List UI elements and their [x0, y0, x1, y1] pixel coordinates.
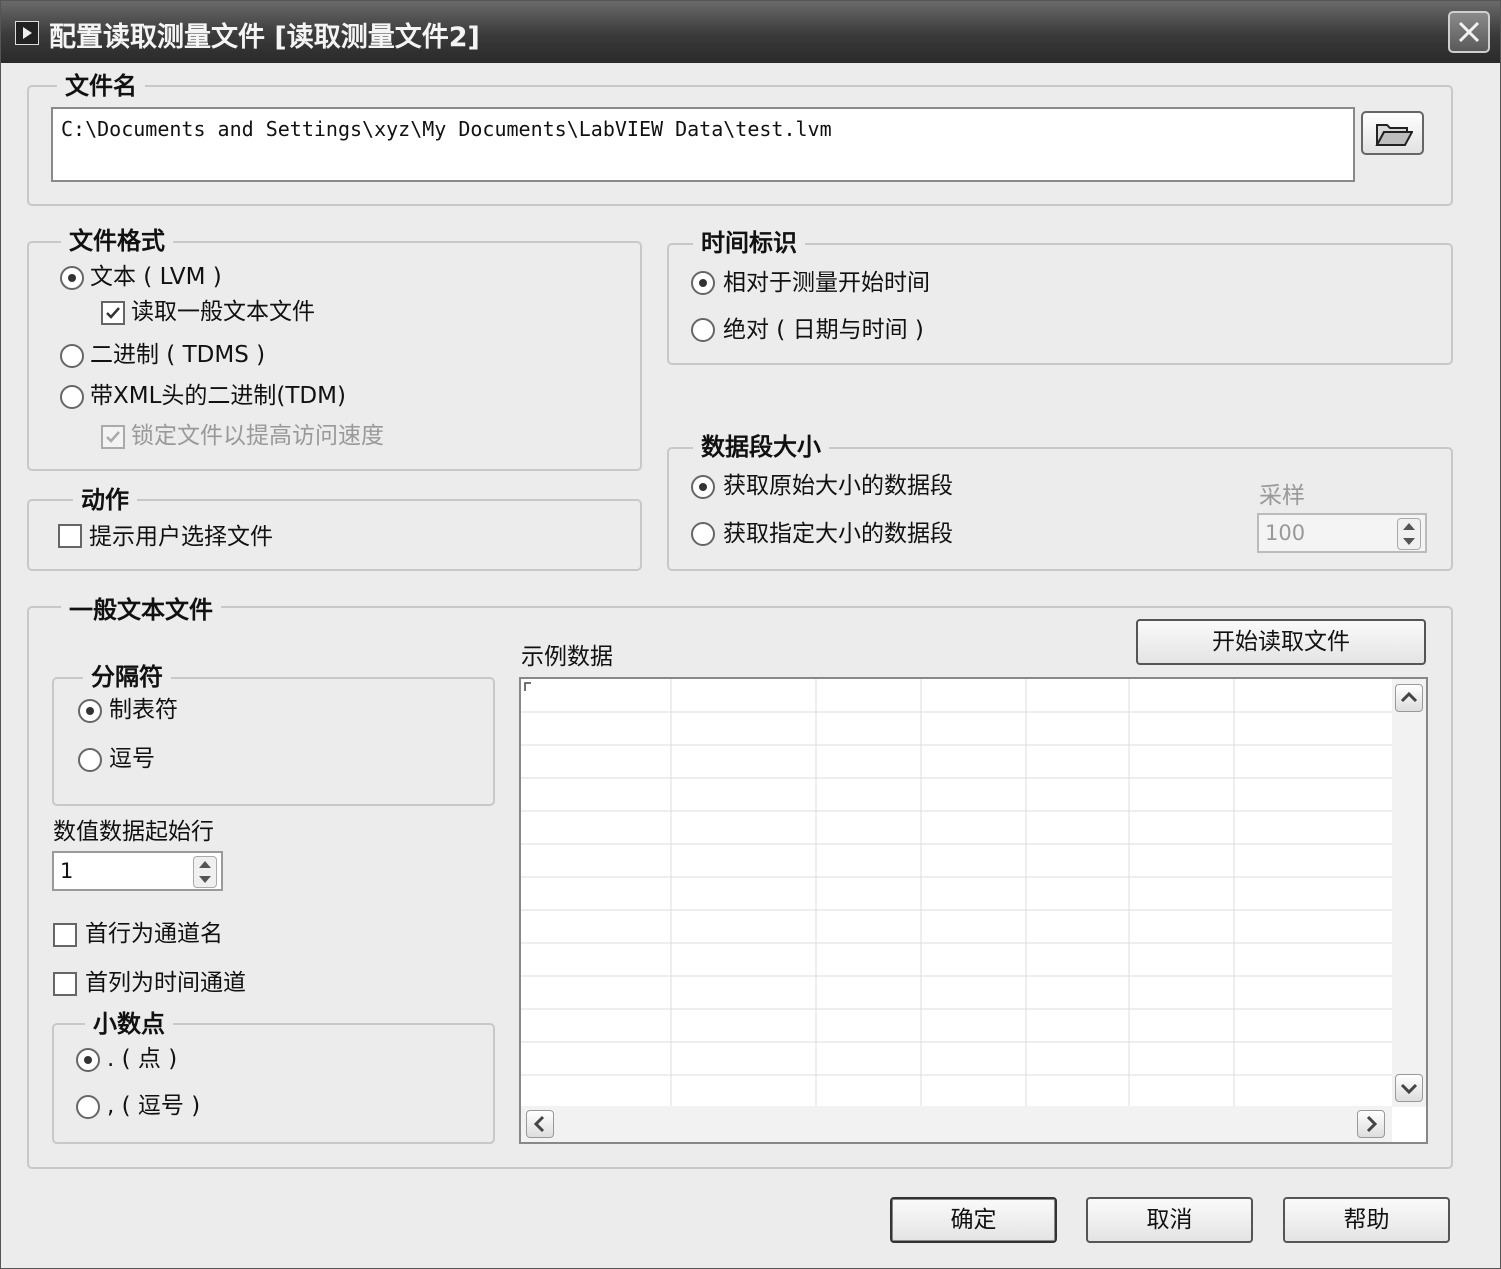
- checkmark-icon: [106, 307, 120, 319]
- timestamp-absolute-label: 绝对 ( 日期与时间 ): [723, 317, 924, 343]
- file-name-legend: 文件名: [57, 71, 145, 101]
- action-legend: 动作: [73, 485, 137, 515]
- file-path-input[interactable]: C:\Documents and Settings\xyz\My Documen…: [51, 107, 1355, 182]
- sample-data-table[interactable]: [519, 677, 1428, 1144]
- format-tdms-radio[interactable]: [60, 344, 84, 368]
- delimiter-comma-label: 逗号: [109, 746, 155, 772]
- segment-specified-label: 获取指定大小的数据段: [723, 521, 953, 547]
- segment-size-legend: 数据段大小: [693, 432, 829, 462]
- first-col-time-checkbox[interactable]: [53, 972, 77, 996]
- file-format-legend: 文件格式: [61, 226, 173, 256]
- decimal-legend: 小数点: [85, 1009, 173, 1039]
- table-grid: [521, 679, 1392, 1107]
- scroll-right-button[interactable]: [1357, 1110, 1385, 1138]
- decimal-point-radio[interactable]: [76, 1048, 100, 1072]
- first-row-names-label: 首行为通道名: [85, 921, 223, 947]
- timestamp-relative-radio[interactable]: [691, 271, 715, 295]
- delimiter-tab-label: 制表符: [109, 697, 178, 723]
- chevron-left-icon: [533, 1115, 545, 1133]
- decimal-group: [52, 1023, 495, 1144]
- timestamp-absolute-radio[interactable]: [691, 318, 715, 342]
- title-bar[interactable]: 配置读取测量文件 [读取测量文件2]: [1, 1, 1500, 63]
- format-tdm-label: 带XML头的二进制(TDM): [90, 383, 346, 409]
- format-tdms-label: 二进制 ( TDMS ): [90, 342, 266, 368]
- timestamp-group: [667, 243, 1453, 365]
- samples-value: 100: [1265, 521, 1306, 545]
- spin-arrows-icon[interactable]: [193, 856, 217, 888]
- close-button[interactable]: [1448, 11, 1490, 53]
- lock-file-label: 锁定文件以提高访问速度: [131, 423, 384, 449]
- folder-open-icon: [1375, 124, 1413, 146]
- delimiter-legend: 分隔符: [83, 662, 171, 692]
- lock-file-checkbox[interactable]: [101, 425, 125, 449]
- chevron-right-icon: [1366, 1115, 1378, 1133]
- start-row-label: 数值数据起始行: [53, 819, 214, 845]
- timestamp-relative-label: 相对于测量开始时间: [723, 270, 930, 296]
- scroll-down-button[interactable]: [1395, 1074, 1423, 1102]
- chevron-down-icon: [1400, 1083, 1418, 1095]
- first-row-names-checkbox[interactable]: [53, 923, 77, 947]
- sample-data-label: 示例数据: [521, 644, 613, 670]
- samples-label: 采样: [1259, 483, 1305, 509]
- file-path-text: C:\Documents and Settings\xyz\My Documen…: [61, 117, 832, 141]
- window-title: 配置读取测量文件 [读取测量文件2]: [49, 22, 480, 53]
- delimiter-tab-radio[interactable]: [78, 699, 102, 723]
- browse-button[interactable]: [1361, 111, 1424, 155]
- timestamp-legend: 时间标识: [693, 228, 805, 258]
- prompt-user-checkbox[interactable]: [58, 524, 82, 548]
- close-icon: [1458, 21, 1480, 43]
- format-tdm-radio[interactable]: [60, 385, 84, 409]
- format-lvm-radio[interactable]: [60, 266, 84, 290]
- decimal-comma-label: , ( 逗号 ): [107, 1093, 201, 1119]
- help-button[interactable]: 帮助: [1283, 1197, 1450, 1243]
- start-read-file-button[interactable]: 开始读取文件: [1136, 619, 1426, 665]
- first-col-time-label: 首列为时间通道: [85, 970, 246, 996]
- generic-text-legend: 一般文本文件: [61, 595, 221, 625]
- read-generic-text-label: 读取一般文本文件: [131, 299, 315, 325]
- scroll-left-button[interactable]: [526, 1110, 554, 1138]
- decimal-point-label: . ( 点 ): [107, 1046, 178, 1072]
- start-row-value: 1: [60, 859, 74, 883]
- segment-original-radio[interactable]: [691, 475, 715, 499]
- decimal-comma-radio[interactable]: [76, 1095, 100, 1119]
- read-generic-text-checkbox[interactable]: [101, 301, 125, 325]
- ok-button[interactable]: 确定: [890, 1197, 1057, 1243]
- segment-specified-radio[interactable]: [691, 522, 715, 546]
- format-lvm-label: 文本 ( LVM ): [90, 264, 222, 290]
- samples-numeric[interactable]: 100: [1257, 513, 1427, 553]
- chevron-up-icon: [1400, 691, 1418, 703]
- vertical-scrollbar[interactable]: [1392, 679, 1426, 1107]
- delimiter-comma-radio[interactable]: [78, 748, 102, 772]
- prompt-user-label: 提示用户选择文件: [89, 524, 273, 550]
- horizontal-scrollbar[interactable]: [521, 1106, 1392, 1142]
- scroll-up-button[interactable]: [1395, 684, 1423, 712]
- labview-vi-icon: [15, 21, 39, 45]
- start-row-numeric[interactable]: 1: [52, 851, 223, 891]
- cancel-button[interactable]: 取消: [1086, 1197, 1253, 1243]
- segment-original-label: 获取原始大小的数据段: [723, 473, 953, 499]
- dialog-window: 配置读取测量文件 [读取测量文件2] 文件名 C:\Documents and …: [0, 0, 1501, 1269]
- checkmark-icon: [106, 431, 120, 443]
- spin-arrows-icon[interactable]: [1397, 518, 1421, 550]
